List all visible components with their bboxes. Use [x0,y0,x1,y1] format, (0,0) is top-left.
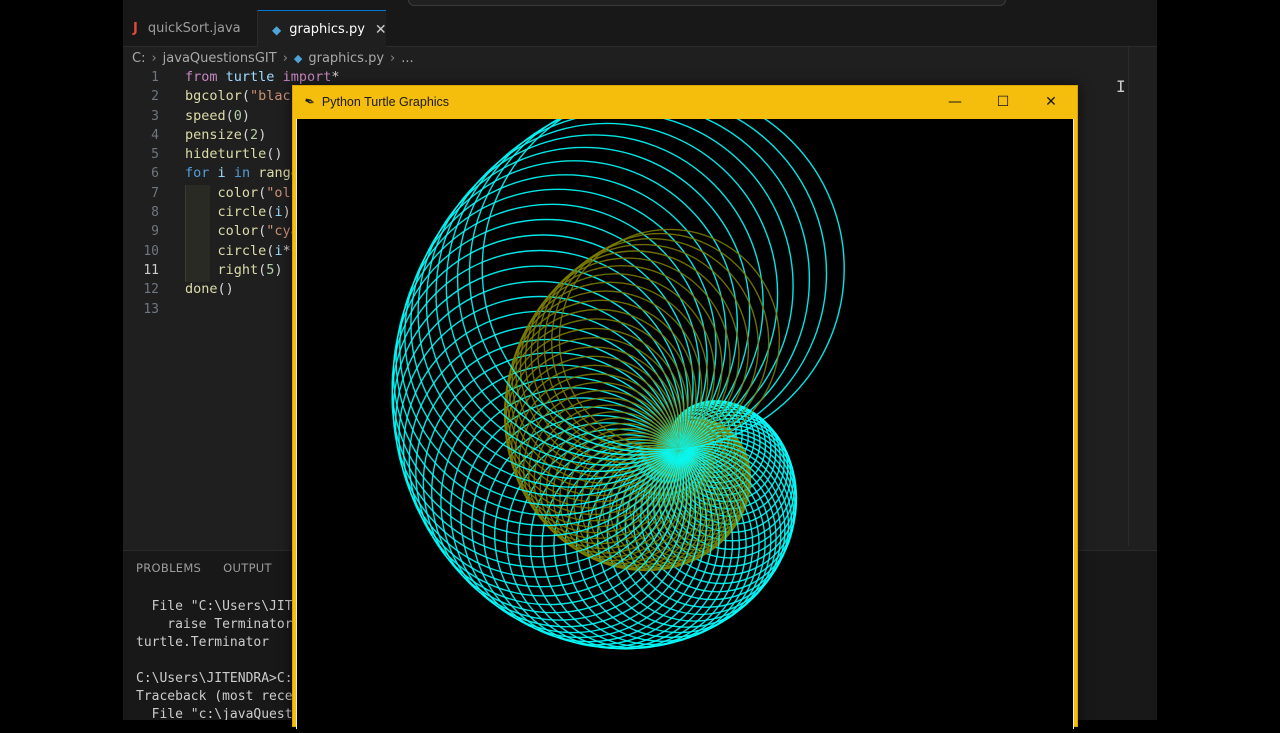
line-number: 7 [151,185,159,201]
breadcrumb-symbol[interactable]: ... [401,51,413,66]
line-number: 9 [151,224,159,240]
window-title: Python Turtle Graphics [321,95,450,109]
title-bar [123,0,1157,10]
breadcrumb: C: › javaQuestionsGIT › ◆ graphics.py › … [132,48,420,68]
line-number: 5 [151,147,159,163]
breadcrumb-file[interactable]: graphics.py [308,51,384,66]
command-center[interactable] [408,0,1006,6]
terminal-output[interactable]: File "C:\Users\JITEN raise Terminator tur… [136,598,308,720]
line-number: 13 [143,301,159,317]
breadcrumb-drive[interactable]: C: [132,51,145,66]
python-icon: ◆ [272,22,282,37]
line-number: 2 [151,89,159,105]
turtle-graphics-window[interactable]: ✒ Python Turtle Graphics — ☐ ✕ [292,85,1078,729]
code-text: for i in range [185,165,299,182]
code-text: circle(i*1 [217,242,299,259]
python-icon: ◆ [293,51,303,65]
text-cursor-icon: I [1116,77,1126,96]
close-icon[interactable]: ✕ [375,22,387,38]
line-number: 4 [151,127,159,143]
terminal-line: turtle.Terminator [136,635,270,650]
line-number: 6 [151,166,159,182]
code-text: pensize(2) [185,126,267,143]
tab-label: quickSort.java [147,20,241,36]
terminal-line: Traceback (most recen [136,689,301,704]
code-text: done() [185,281,234,298]
line-number: 11 [143,262,159,278]
line-number: 1 [151,70,159,85]
chevron-right-icon: › [151,50,157,66]
line-number: 3 [151,108,159,124]
tab-problems[interactable]: PROBLEMS [136,561,201,575]
code-text: color("cya [217,223,299,240]
tab-output[interactable]: OUTPUT [223,561,272,575]
editor-tab-bar: J quickSort.java ◆ graphics.py ✕ [123,10,1157,48]
terminal-line: C:\Users\JITENDRA>C:/ [136,671,301,686]
line-number: 8 [151,205,159,221]
tab-quicksort[interactable]: J quickSort.java [123,10,258,46]
code-text: speed(0) [185,107,251,124]
terminal-line: File "C:\Users\JITEN [136,599,309,614]
turtle-canvas [296,86,1074,729]
close-button[interactable]: ✕ [1027,86,1075,118]
maximize-button[interactable]: ☐ [979,86,1027,118]
code-text: hideturtle() [185,146,283,163]
chevron-right-icon: › [390,50,396,66]
code-text: right(5) [217,261,283,278]
minimize-button[interactable]: — [931,86,979,118]
terminal-line: File "c:\javaQuesti [136,707,301,720]
tab-graphics[interactable]: ◆ graphics.py ✕ [258,10,387,48]
chevron-right-icon: › [282,50,288,66]
java-icon: J [133,20,138,36]
line-number: 10 [143,243,159,259]
tab-label: graphics.py [289,22,365,37]
feather-icon: ✒ [301,92,318,111]
code-text: color("oli [217,184,299,201]
terminal-line: raise Terminator [136,617,293,632]
code-text: bgcolor("black [185,88,299,105]
breadcrumb-folder[interactable]: javaQuestionsGIT [163,51,277,66]
spirograph-drawing [391,86,845,650]
code-text: circle(i) [217,204,291,221]
line-number: 12 [143,282,159,298]
